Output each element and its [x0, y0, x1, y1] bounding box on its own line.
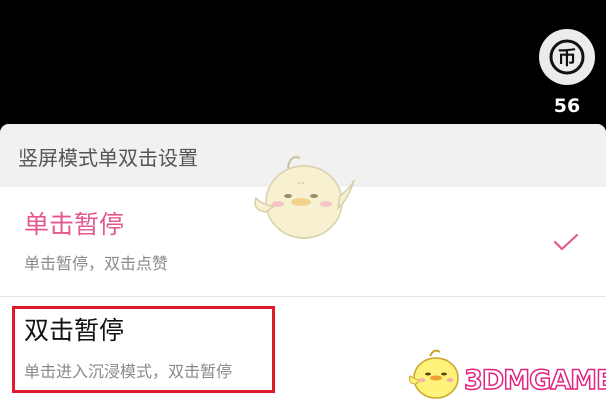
chick-mascot-icon: [409, 349, 459, 399]
app-screen: 币 56 竖屏模式单双击设置 单击暂停 单击暂停，双击点赞 双击暂停 单击进入沉…: [0, 0, 606, 401]
svg-text:币: 币: [557, 47, 576, 69]
watermark-logo: 3DMGAME: [463, 364, 606, 397]
highlight-box: [12, 306, 275, 393]
coin-icon: 币: [549, 39, 585, 75]
coin-button[interactable]: 币: [539, 29, 595, 85]
option-description: 单击暂停，双击点赞: [24, 254, 169, 273]
checkmark-icon: [553, 233, 579, 251]
chick-mascot-icon: ···: [254, 156, 355, 239]
option-title: 单击暂停: [24, 210, 125, 239]
coin-count: 56: [553, 95, 581, 117]
sheet-title: 竖屏模式单双击设置: [18, 146, 198, 170]
svg-text:···: ···: [297, 179, 305, 188]
